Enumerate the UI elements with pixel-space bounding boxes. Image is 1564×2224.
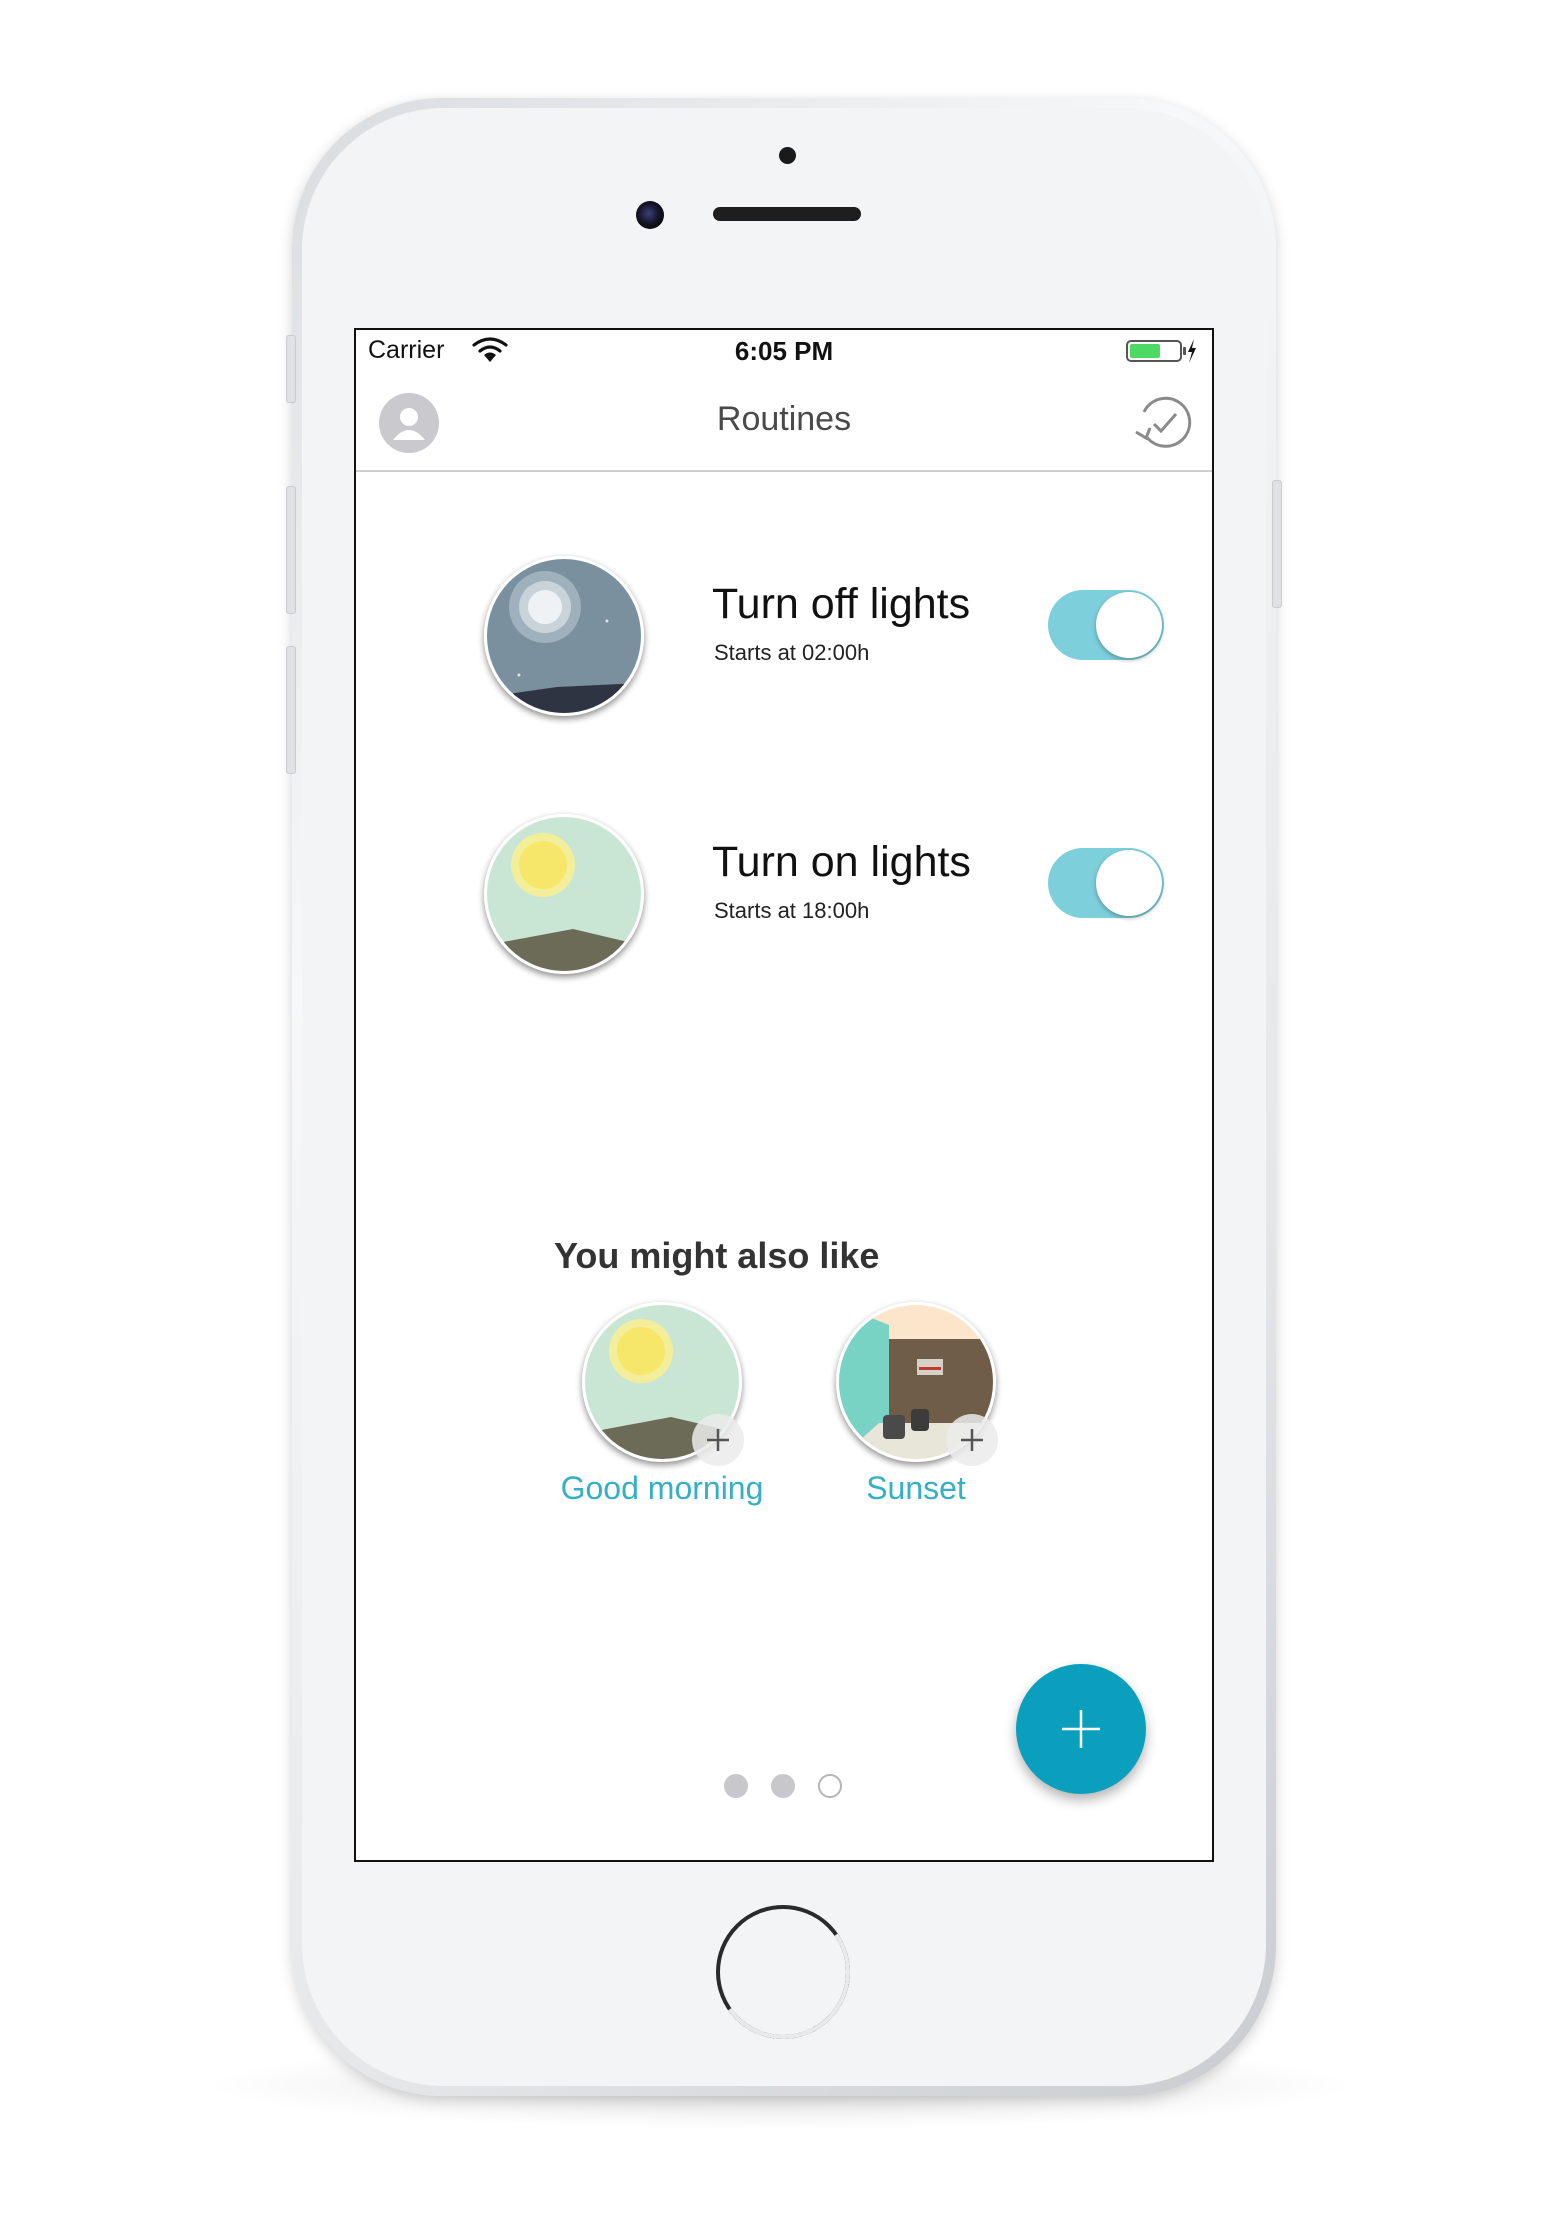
- routine-toggle[interactable]: [1048, 590, 1164, 660]
- routine-item[interactable]: Turn on lights Starts at 18:00h: [356, 814, 1212, 984]
- routine-toggle[interactable]: [1048, 848, 1164, 918]
- suggestion-good-morning[interactable]: Good morning: [542, 1302, 782, 1522]
- add-icon[interactable]: [692, 1414, 744, 1466]
- routine-title: Turn on lights: [712, 838, 971, 886]
- page-title: Routines: [716, 400, 852, 438]
- routine-item[interactable]: Turn off lights Starts at 02:00h: [356, 556, 1212, 726]
- suggestion-sunset[interactable]: Sunset: [796, 1302, 1036, 1522]
- power-button: [1272, 480, 1282, 608]
- night-moon-thumbnail: [484, 556, 644, 716]
- add-icon[interactable]: [946, 1414, 998, 1466]
- suggestion-label[interactable]: Sunset: [796, 1470, 1036, 1507]
- suggestion-label[interactable]: Good morning: [542, 1470, 782, 1507]
- page-dot[interactable]: [771, 1774, 795, 1798]
- status-bar: Carrier 6:05 PM: [356, 330, 1212, 374]
- routine-title: Turn off lights: [712, 580, 971, 628]
- home-button[interactable]: [716, 1905, 850, 2039]
- toggle-knob: [1096, 850, 1162, 916]
- routine-schedule: Starts at 18:00h: [714, 898, 870, 923]
- plus-icon: [1062, 1710, 1100, 1748]
- app-screen: Carrier 6:05 PM Routines Turn off lights…: [354, 328, 1214, 1862]
- toggle-knob: [1096, 592, 1162, 658]
- day-sun-thumbnail: [484, 814, 644, 974]
- battery-icon: [1126, 339, 1196, 363]
- front-camera: [636, 201, 664, 229]
- mute-switch: [286, 335, 296, 403]
- suggestions-heading: You might also like: [554, 1235, 880, 1276]
- clock: 6:05 PM: [734, 336, 834, 366]
- page-dot[interactable]: [724, 1774, 748, 1798]
- page-dot-current[interactable]: [818, 1774, 842, 1798]
- routine-schedule: Starts at 02:00h: [714, 640, 870, 665]
- proximity-sensor: [779, 147, 796, 164]
- earpiece-speaker: [713, 207, 861, 221]
- history-icon[interactable]: [1130, 390, 1196, 456]
- navigation-bar: Routines: [356, 374, 1212, 472]
- volume-down-button: [286, 646, 296, 774]
- page-indicator: [356, 1774, 1212, 1804]
- volume-up-button: [286, 486, 296, 614]
